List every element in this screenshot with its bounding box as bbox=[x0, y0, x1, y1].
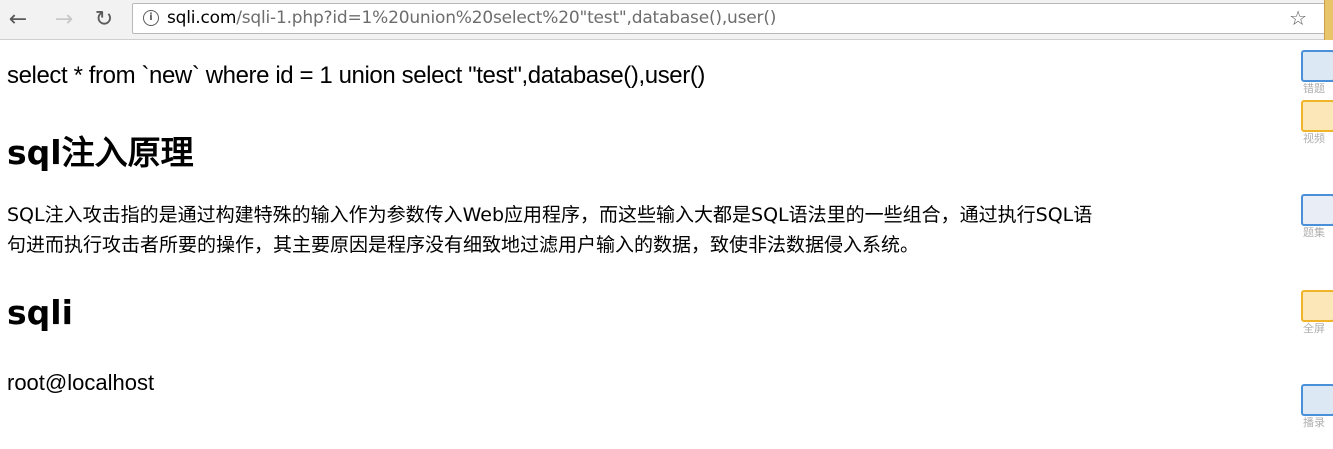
back-arrow-icon[interactable]: ← bbox=[4, 4, 32, 34]
side-item-5[interactable]: 播录 bbox=[1297, 380, 1333, 430]
url-host: sqli.com bbox=[167, 8, 237, 28]
side-item-label: 错题 bbox=[1303, 82, 1325, 95]
reload-icon[interactable]: ↻ bbox=[90, 4, 118, 34]
side-item-label: 题集 bbox=[1303, 226, 1325, 239]
extension-handle[interactable] bbox=[1324, 0, 1333, 40]
site-info-icon[interactable]: i bbox=[143, 10, 159, 26]
sql-query-text: select * from `new` where id = 1 union s… bbox=[7, 62, 706, 89]
side-item-2[interactable]: 视频 bbox=[1297, 96, 1333, 146]
address-bar[interactable]: i sqli.com/sqli-1.php?id=1%20union%20sel… bbox=[132, 3, 1326, 34]
bookmark-star-icon[interactable]: ☆ bbox=[1289, 6, 1307, 30]
paragraph-line-2: 句进而执行攻击者所要的操作，其主要原因是程序没有细致地过滤用户输入的数据，致使非… bbox=[7, 234, 920, 256]
url-text[interactable]: sqli.com/sqli-1.php?id=1%20union%20selec… bbox=[167, 8, 776, 28]
side-item-label: 全屏 bbox=[1303, 322, 1325, 335]
side-item-label: 播录 bbox=[1303, 416, 1325, 429]
pencil-icon bbox=[1301, 100, 1333, 132]
forward-arrow-icon[interactable]: → bbox=[50, 4, 78, 34]
side-item-1[interactable]: 错题 bbox=[1297, 46, 1333, 96]
notes-icon bbox=[1301, 290, 1333, 322]
screen-icon bbox=[1301, 384, 1333, 416]
browser-toolbar: ← → ↻ i sqli.com/sqli-1.php?id=1%20union… bbox=[0, 0, 1333, 40]
monitor-icon bbox=[1301, 50, 1333, 82]
side-item-label: 视频 bbox=[1303, 132, 1325, 145]
scissors-icon bbox=[1301, 194, 1333, 226]
heading-sqli: sqli bbox=[7, 293, 73, 332]
heading-principle: sql注入原理 bbox=[7, 133, 194, 172]
side-item-3[interactable]: 题集 bbox=[1297, 190, 1333, 240]
paragraph-line-1: SQL注入攻击指的是通过构建特殊的输入作为参数传入Web应用程序，而这些输入大都… bbox=[7, 204, 1093, 226]
principle-paragraph: SQL注入攻击指的是通过构建特殊的输入作为参数传入Web应用程序，而这些输入大都… bbox=[7, 200, 1297, 260]
side-item-4[interactable]: 全屏 bbox=[1297, 286, 1333, 336]
side-toolbar: 错题 视频 题集 全屏 播录 bbox=[1297, 40, 1333, 449]
url-path: /sqli-1.php?id=1%20union%20select%20"tes… bbox=[236, 8, 777, 28]
query-result: root@localhost bbox=[7, 370, 155, 395]
